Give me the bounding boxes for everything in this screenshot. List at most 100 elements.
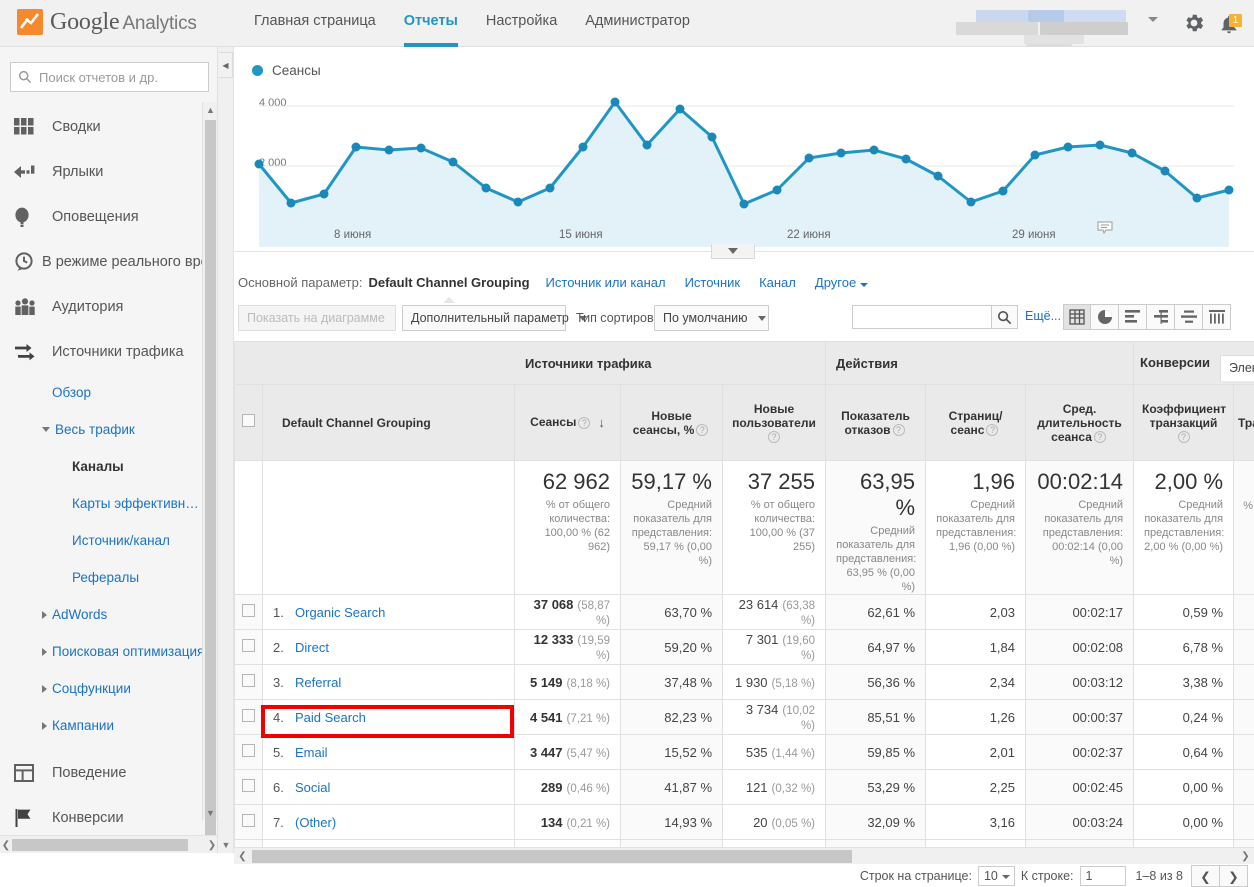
scroll-right-icon[interactable]: ❯	[1237, 848, 1254, 865]
column-header-transaction-rate[interactable]: Коэффициент транзакций?	[1134, 385, 1234, 461]
table-search-input[interactable]	[853, 306, 991, 328]
scroll-down-icon[interactable]: ▼	[203, 805, 218, 820]
row-checkbox[interactable]	[242, 709, 255, 722]
help-icon[interactable]: ?	[578, 417, 590, 429]
secondary-dimension-button[interactable]: Дополнительный параметр	[402, 305, 566, 331]
percentage-pie-view-icon[interactable]	[1091, 304, 1119, 330]
sidebar-collapse-button[interactable]: ◀	[219, 52, 233, 78]
sidebar-item-alerts[interactable]: Оповещения	[0, 194, 217, 239]
row-channel-link[interactable]: Organic Search	[295, 605, 385, 620]
sidebar-subitem-adwords[interactable]: AdWords	[0, 596, 217, 633]
sort-type-select[interactable]: По умолчанию	[654, 305, 769, 331]
next-page-button[interactable]: ❯	[1219, 865, 1248, 887]
prev-page-button[interactable]: ❮	[1191, 865, 1220, 887]
scroll-right-icon[interactable]: ❯	[206, 836, 218, 853]
row-checkbox[interactable]	[242, 639, 255, 652]
table-row-email[interactable]: 5.Email 3 447(5,47 %) 15,52 % 535(1,44 %…	[235, 735, 1254, 770]
table-search-field[interactable]	[852, 305, 992, 329]
sidebar-subitem-source-medium[interactable]: Источник/канал	[0, 522, 217, 559]
table-horizontal-scrollbar[interactable]: ❮ ❯	[234, 847, 1254, 864]
help-icon[interactable]: ?	[893, 424, 905, 436]
chart-annotation-icon[interactable]	[1097, 221, 1113, 234]
sidebar-subitem-overview[interactable]: Обзор	[0, 374, 217, 411]
scrollbar-thumb[interactable]	[205, 120, 216, 853]
sidebar-item-conversions[interactable]: Конверсии	[0, 795, 217, 840]
table-row[interactable]: 6.Social 289(0,46 %) 41,87 % 121(0,32 %)…	[235, 770, 1254, 805]
performance-bar-view-icon[interactable]	[1119, 304, 1147, 330]
sidebar-item-acquisition[interactable]: Источники трафика	[0, 329, 217, 374]
account-selector[interactable]	[956, 6, 1136, 42]
table-row[interactable]: 2.Direct 12 333(19,59 %) 59,20 % 7 301(1…	[235, 630, 1254, 665]
row-channel-link[interactable]: Social	[295, 780, 330, 795]
row-checkbox[interactable]	[242, 814, 255, 827]
dimension-link-source-medium[interactable]: Источник или канал	[546, 275, 666, 290]
sidebar-subitem-seo[interactable]: Поисковая оптимизация	[0, 633, 217, 670]
table-row[interactable]: 7.(Other) 134(0,21 %) 14,93 % 20(0,05 %)…	[235, 805, 1254, 840]
row-channel-link[interactable]: (Other)	[295, 815, 336, 830]
row-checkbox[interactable]	[242, 674, 255, 687]
rows-per-page-select[interactable]: 10	[978, 866, 1015, 886]
nav-home[interactable]: Главная страница	[240, 0, 390, 47]
ecommerce-tab[interactable]: Электронная торговля	[1220, 355, 1254, 381]
table-row[interactable]: 4.Paid Search 4 541(7,21 %) 82,23 % 3 73…	[235, 700, 1254, 735]
column-header-avg-duration[interactable]: Сред. длительность сеанса?	[1026, 385, 1134, 461]
row-channel-link[interactable]: Direct	[295, 640, 329, 655]
nav-reports[interactable]: Отчеты	[390, 0, 472, 47]
dimension-link-other[interactable]: Другое	[815, 275, 868, 290]
sort-descending-icon[interactable]: ↓	[598, 415, 605, 430]
row-channel-link[interactable]: Referral	[295, 675, 341, 690]
help-icon[interactable]: ?	[986, 424, 998, 436]
row-checkbox[interactable]	[242, 744, 255, 757]
pivot-view-icon[interactable]	[1203, 304, 1231, 330]
scroll-up-icon[interactable]: ▲	[203, 102, 218, 117]
scroll-left-icon[interactable]: ❮	[234, 848, 251, 865]
sidebar-subitem-campaigns[interactable]: Кампании	[0, 707, 217, 744]
sidebar-subitem-treemaps[interactable]: Карты эффективн…	[0, 485, 217, 522]
term-cloud-view-icon[interactable]	[1175, 304, 1203, 330]
sidebar-horizontal-scrollbar[interactable]: ❮ ❯	[0, 835, 218, 853]
sidebar-hscroll-thumb[interactable]	[12, 839, 188, 851]
gear-icon[interactable]	[1182, 11, 1206, 35]
chart-expand-toggle[interactable]	[711, 244, 755, 259]
sidebar-subitem-social[interactable]: Соцфункции	[0, 670, 217, 707]
row-checkbox[interactable]	[242, 779, 255, 792]
goto-row-input[interactable]: 1	[1080, 866, 1126, 886]
sidebar-item-behavior[interactable]: Поведение	[0, 750, 217, 795]
help-icon[interactable]: ?	[1178, 431, 1190, 443]
row-channel-link-email[interactable]: Email	[295, 745, 328, 760]
more-options-link[interactable]: Ещё...	[1025, 309, 1061, 323]
comparison-view-icon[interactable]	[1147, 304, 1175, 330]
notifications-bell-icon[interactable]: 1	[1218, 11, 1244, 37]
nav-customization[interactable]: Настройка	[472, 0, 571, 47]
hscroll-thumb[interactable]	[252, 850, 852, 863]
select-all-checkbox[interactable]	[242, 414, 255, 427]
column-header-pages-per-session[interactable]: Страниц/сеанс?	[926, 385, 1026, 461]
row-channel-link[interactable]: Paid Search	[295, 710, 366, 725]
column-header-new-users[interactable]: Новые пользователи?	[723, 385, 826, 461]
sidebar-subitem-referrals[interactable]: Рефералы	[0, 559, 217, 596]
table-search-button[interactable]	[992, 305, 1018, 329]
column-header-transactions[interactable]: Транзакции	[1234, 385, 1254, 461]
column-header-sessions[interactable]: Сеансы?↓	[515, 385, 621, 461]
primary-dimension-current[interactable]: Default Channel Grouping	[368, 275, 529, 290]
column-header-dimension[interactable]: Default Channel Grouping	[263, 385, 515, 461]
table-row[interactable]: 3.Referral 5 149(8,18 %) 37,48 % 1 930(5…	[235, 665, 1254, 700]
column-header-new-sessions-pct[interactable]: Новые сеансы, %?	[621, 385, 723, 461]
dimension-link-source[interactable]: Источник	[685, 275, 741, 290]
row-checkbox[interactable]	[242, 604, 255, 617]
table-view-icon[interactable]	[1063, 304, 1091, 330]
sidebar-item-audience[interactable]: Аудитория	[0, 284, 217, 329]
sidebar-scrollbar[interactable]: ▲ ▼	[202, 102, 217, 820]
nav-admin[interactable]: Администратор	[571, 0, 704, 47]
sidebar-subitem-all-traffic[interactable]: Весь трафик	[0, 411, 217, 448]
main-vertical-scrollbar[interactable]: ▲ ▼	[218, 47, 234, 853]
help-icon[interactable]: ?	[1094, 431, 1106, 443]
sidebar-item-dashboards[interactable]: Сводки	[0, 104, 217, 149]
scroll-down-icon[interactable]: ▼	[218, 837, 234, 853]
sidebar-item-realtime[interactable]: В режиме реального времени	[0, 239, 217, 284]
help-icon[interactable]: ?	[768, 431, 780, 443]
chevron-down-icon[interactable]	[1148, 17, 1158, 22]
plot-rows-button[interactable]: Показать на диаграмме	[238, 305, 396, 331]
search-input[interactable]	[10, 62, 209, 92]
help-icon[interactable]: ?	[696, 424, 708, 436]
